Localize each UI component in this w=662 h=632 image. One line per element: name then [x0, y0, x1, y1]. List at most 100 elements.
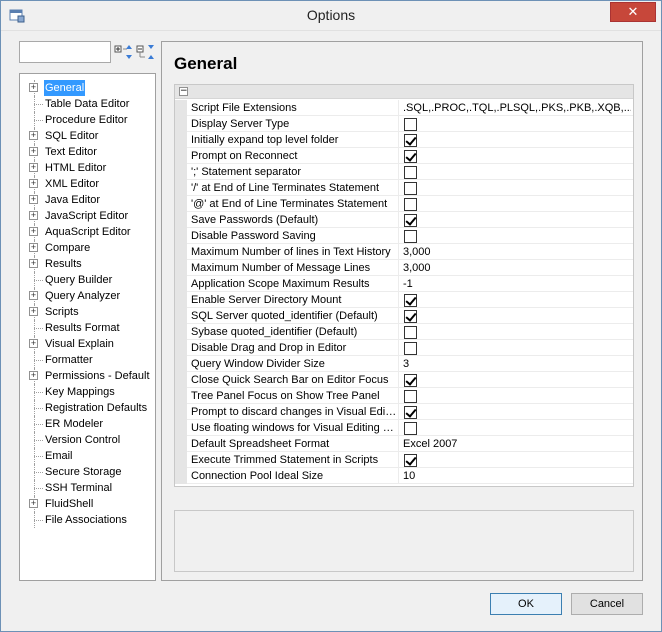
property-value[interactable]: .SQL,.PROC,.TQL,.PLSQL,.PKS,.PKB,.XQB,..… — [403, 100, 631, 116]
expand-icon[interactable]: + — [29, 339, 38, 348]
property-checkbox[interactable] — [404, 374, 417, 387]
tree-item[interactable]: + Permissions - Default — [20, 368, 155, 384]
tree-search-input[interactable] — [19, 41, 111, 63]
property-checkbox[interactable] — [404, 118, 417, 131]
property-row[interactable]: Sybase quoted_identifier (Default) — [175, 324, 633, 340]
tree-item[interactable]: + AquaScript Editor — [20, 224, 155, 240]
tree-item[interactable]: Query Builder — [20, 272, 155, 288]
property-row[interactable]: Maximum Number of Message Lines 3,000 — [175, 260, 633, 276]
property-row[interactable]: Use floating windows for Visual Editing … — [175, 420, 633, 436]
expand-icon[interactable]: + — [29, 291, 38, 300]
close-button[interactable]: ✕ — [610, 2, 656, 22]
property-value[interactable]: Excel 2007 — [403, 436, 631, 452]
property-row[interactable]: '@' at End of Line Terminates Statement — [175, 196, 633, 212]
property-value[interactable]: 10 — [403, 468, 631, 484]
tree-item[interactable]: Table Data Editor — [20, 96, 155, 112]
collapse-icon[interactable]: − — [179, 87, 188, 96]
tree-item[interactable]: Version Control — [20, 432, 155, 448]
property-row[interactable]: Connection Pool Ideal Size 10 — [175, 468, 633, 484]
property-row[interactable]: Save Passwords (Default) — [175, 212, 633, 228]
property-name: Display Server Type — [191, 116, 399, 132]
tree-item[interactable]: Secure Storage — [20, 464, 155, 480]
property-row[interactable]: Execute Trimmed Statement in Scripts — [175, 452, 633, 468]
tree-item[interactable]: + JavaScript Editor — [20, 208, 155, 224]
property-row[interactable]: Initially expand top level folder — [175, 132, 633, 148]
tree-item[interactable]: + Compare — [20, 240, 155, 256]
expand-icon[interactable]: + — [29, 227, 38, 236]
property-checkbox[interactable] — [404, 150, 417, 163]
property-checkbox[interactable] — [404, 390, 417, 403]
property-row[interactable]: Application Scope Maximum Results -1 — [175, 276, 633, 292]
property-checkbox[interactable] — [404, 182, 417, 195]
expand-icon[interactable]: + — [29, 147, 38, 156]
property-row[interactable]: Close Quick Search Bar on Editor Focus — [175, 372, 633, 388]
tree-item[interactable]: File Associations — [20, 512, 155, 528]
property-row[interactable]: ';' Statement separator — [175, 164, 633, 180]
tree-item[interactable]: + Scripts — [20, 304, 155, 320]
property-row[interactable]: Disable Password Saving — [175, 228, 633, 244]
property-checkbox[interactable] — [404, 326, 417, 339]
property-row[interactable]: Script File Extensions .SQL,.PROC,.TQL,.P… — [175, 100, 633, 116]
expand-icon[interactable]: + — [29, 307, 38, 316]
property-checkbox[interactable] — [404, 454, 417, 467]
tree-item[interactable]: + SQL Editor — [20, 128, 155, 144]
tree-item[interactable]: + XML Editor — [20, 176, 155, 192]
tree-item[interactable]: Email — [20, 448, 155, 464]
tree-item[interactable]: Procedure Editor — [20, 112, 155, 128]
property-row[interactable]: Query Window Divider Size 3 — [175, 356, 633, 372]
expand-icon[interactable]: + — [29, 371, 38, 380]
property-row[interactable]: Maximum Number of lines in Text History 3… — [175, 244, 633, 260]
property-row[interactable]: Prompt on Reconnect — [175, 148, 633, 164]
tree-item[interactable]: ER Modeler — [20, 416, 155, 432]
property-row[interactable]: Tree Panel Focus on Show Tree Panel — [175, 388, 633, 404]
property-checkbox[interactable] — [404, 134, 417, 147]
tree-item[interactable]: + General — [20, 80, 155, 96]
tree-item[interactable]: + Java Editor — [20, 192, 155, 208]
property-checkbox[interactable] — [404, 422, 417, 435]
expand-icon[interactable]: + — [29, 259, 38, 268]
tree-item[interactable]: + Visual Explain — [20, 336, 155, 352]
property-row[interactable]: Display Server Type — [175, 116, 633, 132]
tree-item[interactable]: + Text Editor — [20, 144, 155, 160]
tree-item[interactable]: Key Mappings — [20, 384, 155, 400]
property-checkbox[interactable] — [404, 230, 417, 243]
expand-icon[interactable]: + — [29, 163, 38, 172]
tree-item[interactable]: + Query Analyzer — [20, 288, 155, 304]
property-row[interactable]: Enable Server Directory Mount — [175, 292, 633, 308]
collapse-all-icon[interactable] — [136, 43, 156, 61]
property-checkbox[interactable] — [404, 406, 417, 419]
property-value[interactable]: 3,000 — [403, 260, 631, 276]
tree-item[interactable]: SSH Terminal — [20, 480, 155, 496]
expand-icon[interactable]: + — [29, 211, 38, 220]
property-row[interactable]: Default Spreadsheet Format Excel 2007 — [175, 436, 633, 452]
property-checkbox[interactable] — [404, 310, 417, 323]
expand-icon[interactable]: + — [29, 195, 38, 204]
expand-icon[interactable]: + — [29, 83, 38, 92]
property-checkbox[interactable] — [404, 214, 417, 227]
property-value[interactable]: 3,000 — [403, 244, 631, 260]
cancel-button[interactable]: Cancel — [571, 593, 643, 615]
property-value[interactable]: -1 — [403, 276, 631, 292]
expand-icon[interactable]: + — [29, 179, 38, 188]
expand-all-icon[interactable] — [114, 43, 134, 61]
tree-item[interactable]: Registration Defaults — [20, 400, 155, 416]
expand-icon[interactable]: + — [29, 499, 38, 508]
ok-button[interactable]: OK — [490, 593, 562, 615]
property-name: Connection Pool Ideal Size — [191, 468, 399, 484]
tree-item[interactable]: + Results — [20, 256, 155, 272]
property-checkbox[interactable] — [404, 294, 417, 307]
tree-item[interactable]: + HTML Editor — [20, 160, 155, 176]
property-row[interactable]: '/' at End of Line Terminates Statement — [175, 180, 633, 196]
property-row[interactable]: SQL Server quoted_identifier (Default) — [175, 308, 633, 324]
property-checkbox[interactable] — [404, 342, 417, 355]
property-checkbox[interactable] — [404, 166, 417, 179]
property-checkbox[interactable] — [404, 198, 417, 211]
tree-item[interactable]: Formatter — [20, 352, 155, 368]
property-row[interactable]: Prompt to discard changes in Visual Edit… — [175, 404, 633, 420]
expand-icon[interactable]: + — [29, 243, 38, 252]
property-row[interactable]: Disable Drag and Drop in Editor — [175, 340, 633, 356]
tree-item[interactable]: + FluidShell — [20, 496, 155, 512]
property-value[interactable]: 3 — [403, 356, 631, 372]
expand-icon[interactable]: + — [29, 131, 38, 140]
tree-item[interactable]: Results Format — [20, 320, 155, 336]
